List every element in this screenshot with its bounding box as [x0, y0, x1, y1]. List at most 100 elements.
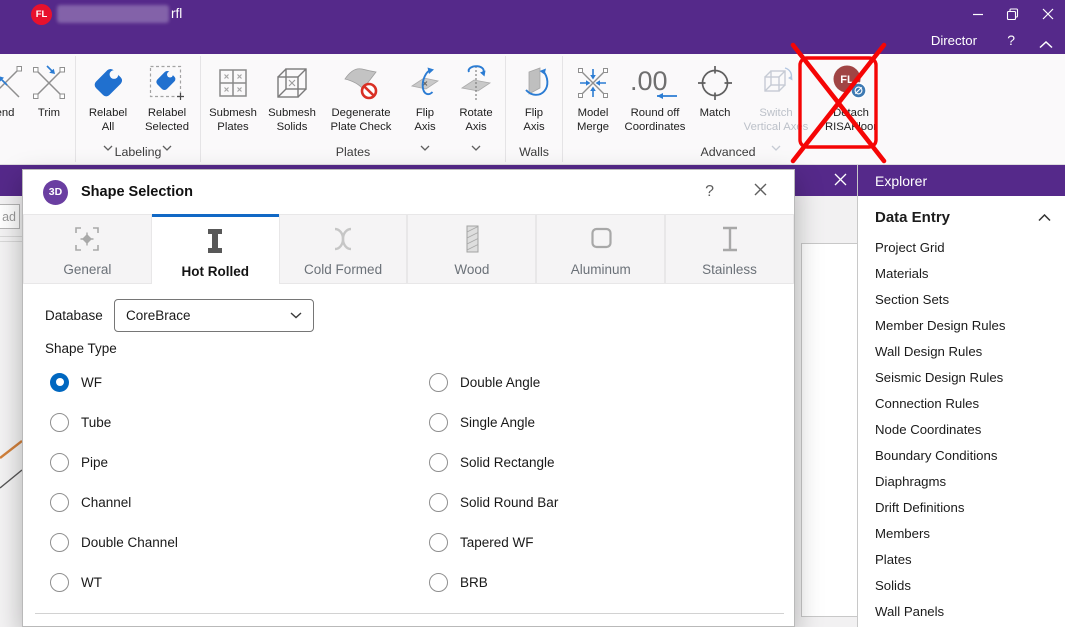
redacted-filename — [57, 5, 169, 23]
group-label-labeling: Labeling — [109, 145, 168, 164]
radio-icon — [429, 533, 448, 552]
chevron-up-icon — [1039, 41, 1053, 49]
database-label: Database — [45, 299, 103, 332]
radio-option-tube[interactable]: Tube — [50, 410, 178, 434]
dialog-close-button[interactable] — [753, 182, 768, 202]
close-button[interactable] — [1031, 0, 1065, 28]
relabel-selected-button[interactable]: Relabel Selected — [137, 54, 197, 145]
tab-cold-formed[interactable]: Cold Formed — [279, 214, 408, 284]
group-separator — [505, 56, 506, 162]
explorer-item-members[interactable]: Members — [858, 521, 1065, 547]
radio-option-pipe[interactable]: Pipe — [50, 450, 178, 474]
explorer-item-materials[interactable]: Materials — [858, 261, 1065, 287]
svg-text:.00: .00 — [630, 66, 668, 96]
radio-option-tapered-wf[interactable]: Tapered WF — [429, 530, 558, 554]
database-select[interactable]: CoreBrace — [114, 299, 314, 332]
radio-icon — [429, 413, 448, 432]
dialog-title: Shape Selection — [81, 184, 692, 200]
ribbon-group-advanced: Model Merge .00 Round off Coordinates — [566, 54, 890, 164]
explorer-item-boundary-conditions[interactable]: Boundary Conditions — [858, 443, 1065, 469]
explorer-item-plates[interactable]: Plates — [858, 547, 1065, 573]
explorer-item-wall-design-rules[interactable]: Wall Design Rules — [858, 339, 1065, 365]
radio-selected-icon — [50, 373, 69, 392]
dialog-help-button[interactable]: ? — [705, 183, 714, 201]
radio-icon — [429, 573, 448, 592]
model-merge-icon — [573, 59, 613, 106]
detach-risafloor-icon: FL — [823, 59, 879, 106]
tab-hot-rolled[interactable]: Hot Rolled — [152, 214, 279, 284]
explorer-item-solids[interactable]: Solids — [858, 573, 1065, 599]
radio-option-channel[interactable]: Channel — [50, 490, 178, 514]
extend-button[interactable]: end — [0, 54, 26, 120]
explorer-item-project-grid[interactable]: Project Grid — [858, 235, 1065, 261]
ribbon-toolbar: end Trim — [0, 54, 1065, 165]
radio-option-solid-rectangle[interactable]: Solid Rectangle — [429, 450, 558, 474]
round-off-coordinates-button[interactable]: .00 Round off Coordinates — [620, 54, 690, 135]
explorer-item-node-coordinates[interactable]: Node Coordinates — [858, 417, 1065, 443]
explorer-item-member-design-rules[interactable]: Member Design Rules — [858, 313, 1065, 339]
switch-vertical-axes-button[interactable]: Switch Vertical Axes — [740, 54, 812, 145]
dropdown-chevron-icon — [162, 138, 172, 145]
explorer-panel: Explorer Data Entry Project Grid Materia… — [857, 165, 1065, 627]
submesh-plates-button[interactable]: Submesh Plates — [204, 54, 262, 135]
tab-wood[interactable]: Wood — [407, 214, 536, 284]
data-entry-section-header[interactable]: Data Entry — [858, 196, 1065, 235]
submesh-plates-icon — [213, 59, 253, 106]
ribbon-group-labeling: Relabel All Relabel Selected — [79, 54, 197, 164]
cold-formed-tab-icon — [325, 221, 361, 257]
submesh-solids-icon — [272, 59, 312, 106]
model-merge-button[interactable]: Model Merge — [566, 54, 620, 135]
radio-icon — [50, 573, 69, 592]
ribbon-group-modify: end Trim — [0, 54, 72, 164]
relabel-all-button[interactable]: Relabel All — [79, 54, 137, 145]
detach-risafloor-button[interactable]: FL Detach RISAFloor — [812, 54, 890, 135]
application-window: FL rfl Director ? — [0, 0, 1065, 627]
explorer-item-seismic-design-rules[interactable]: Seismic Design Rules — [858, 365, 1065, 391]
flip-axis-plates-button[interactable]: Flip Axis — [400, 54, 450, 145]
radio-option-double-angle[interactable]: Double Angle — [429, 370, 558, 394]
minimize-icon — [972, 8, 984, 20]
director-menu[interactable]: Director — [931, 33, 977, 48]
relabel-all-icon — [86, 59, 130, 106]
restore-icon — [1006, 8, 1019, 21]
match-button[interactable]: Match — [690, 54, 740, 120]
rotate-axis-button[interactable]: Rotate Axis — [450, 54, 502, 145]
radio-option-wt[interactable]: WT — [50, 570, 178, 594]
explorer-item-section-sets[interactable]: Section Sets — [858, 287, 1065, 313]
collapse-ribbon-button[interactable] — [1039, 36, 1053, 54]
explorer-item-drift-definitions[interactable]: Drift Definitions — [858, 495, 1065, 521]
close-icon — [753, 182, 768, 197]
group-separator — [200, 56, 201, 162]
degenerate-plate-check-icon — [339, 59, 383, 106]
explorer-item-wall-panels[interactable]: Wall Panels — [858, 599, 1065, 625]
stainless-tab-icon — [712, 221, 748, 257]
radio-icon — [429, 373, 448, 392]
tab-general[interactable]: General — [23, 214, 152, 284]
trim-button[interactable]: Trim — [26, 54, 72, 120]
model-view-close-button[interactable] — [833, 172, 848, 192]
model-members-lines — [0, 196, 22, 627]
tab-stainless[interactable]: Stainless — [665, 214, 794, 284]
minimize-button[interactable] — [961, 0, 995, 28]
radio-option-solid-round-bar[interactable]: Solid Round Bar — [429, 490, 558, 514]
explorer-item-diaphragms[interactable]: Diaphragms — [858, 469, 1065, 495]
flip-axis-walls-button[interactable]: Flip Axis — [509, 54, 559, 135]
shape-category-tabs: General Hot Rolled Cold Formed — [23, 214, 794, 284]
maximize-button[interactable] — [995, 0, 1029, 28]
radio-option-single-angle[interactable]: Single Angle — [429, 410, 558, 434]
ribbon-group-walls: Flip Axis Walls — [509, 54, 559, 164]
submesh-solids-button[interactable]: Submesh Solids — [262, 54, 322, 135]
explorer-header: Explorer — [858, 165, 1065, 196]
group-separator — [562, 56, 563, 162]
group-label-walls: Walls — [513, 145, 555, 164]
explorer-item-connection-rules[interactable]: Connection Rules — [858, 391, 1065, 417]
radio-icon — [50, 493, 69, 512]
close-icon — [1042, 8, 1054, 20]
degenerate-plate-check-button[interactable]: Degenerate Plate Check — [322, 54, 400, 135]
svg-text:FL: FL — [840, 74, 854, 86]
radio-option-wf[interactable]: WF — [50, 370, 178, 394]
radio-option-double-channel[interactable]: Double Channel — [50, 530, 178, 554]
help-button[interactable]: ? — [1007, 32, 1015, 48]
radio-option-brb[interactable]: BRB — [429, 570, 558, 594]
tab-aluminum[interactable]: Aluminum — [536, 214, 665, 284]
